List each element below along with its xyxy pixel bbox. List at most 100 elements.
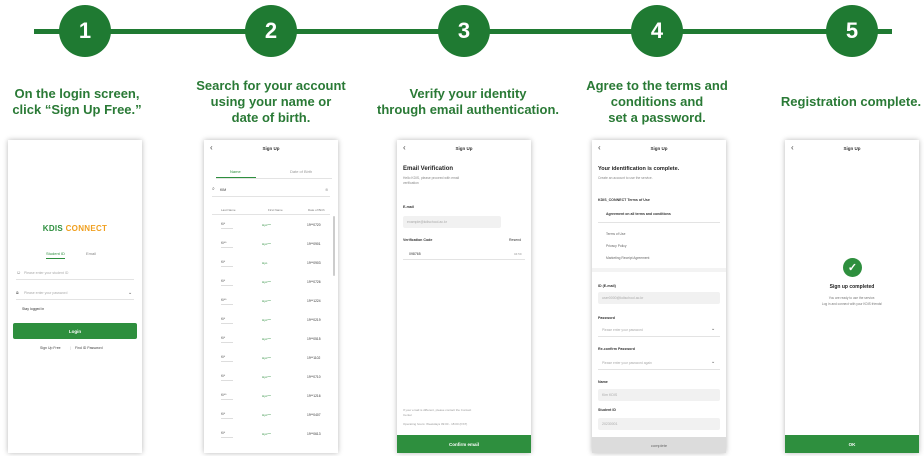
screen-title: Sign Up: [455, 146, 473, 151]
tab-name[interactable]: Name: [230, 169, 241, 174]
table-row[interactable]: Ki** Hyo*** 19**1224: [212, 296, 330, 312]
email-label: E-mail: [403, 205, 414, 209]
search-account-screen: ‹ Sign Up Name Date of Birth ⌕ KIM ⊗ Las…: [204, 140, 338, 453]
user-icon: ☺: [16, 270, 22, 276]
first-name-cell: Hyo***: [262, 299, 271, 303]
operating-hours: Operating hours: Weekdays 09:00 - 18:00 …: [403, 422, 468, 426]
last-name-cell: Ki*: [221, 412, 226, 416]
email-verification-subtext: Hello KDIS, please proceed with email ve…: [403, 176, 460, 185]
scrollbar[interactable]: [333, 216, 335, 276]
verification-code-label: Verification Code: [403, 238, 433, 242]
dob-cell: 19**1102: [307, 356, 321, 360]
kdis-connect-logo: KDIS CONNECT: [42, 224, 108, 233]
check-icon: ✓: [843, 258, 862, 277]
identification-complete-heading: Your identification is complete.: [598, 166, 680, 172]
find-password-link[interactable]: Find ID Password: [75, 346, 103, 350]
tab-email[interactable]: Email: [86, 251, 96, 256]
table-row[interactable]: Ki* Hyo*** 19**1102: [212, 353, 330, 369]
id-email-field[interactable]: user0000@kdischool.ac.kr: [598, 292, 720, 304]
timer: 04:59: [514, 252, 522, 256]
screen-title: Sign Up: [843, 146, 861, 151]
last-name-cell: Ki*: [221, 222, 226, 226]
student-id-input[interactable]: Please enter your student ID: [24, 271, 68, 275]
first-name-cell: Hyo***: [262, 337, 271, 341]
terms-password-screen: ‹ Sign Up Your identification is complet…: [592, 140, 726, 453]
tab-date-of-birth[interactable]: Date of Birth: [290, 169, 312, 174]
search-input[interactable]: KIM: [220, 188, 226, 192]
last-name-cell: Ki*: [221, 279, 226, 283]
password-input[interactable]: Please enter your password: [602, 328, 643, 332]
screen-title: Sign Up: [262, 146, 280, 151]
first-name-cell: Hyo***: [262, 318, 271, 322]
confirm-email-button[interactable]: Confirm email: [397, 435, 531, 453]
first-name-cell: Hyo***: [262, 356, 271, 360]
table-row[interactable]: Ki* Hyo*** 19**0613: [212, 429, 330, 445]
last-name-cell: Ki*: [221, 317, 226, 321]
table-row[interactable]: Ki* Hyo*** 19**0219: [212, 315, 330, 331]
tab-student-id[interactable]: Student ID: [46, 251, 65, 259]
dob-cell: 19**1216: [307, 394, 321, 398]
dob-cell: 19**0710: [307, 375, 321, 379]
reconfirm-password-label: Re-confirm Password: [598, 347, 635, 351]
verification-code-input[interactable]: 098765: [409, 252, 421, 256]
login-screen: KDIS CONNECT Student ID Email ☺ Please e…: [8, 140, 142, 453]
terms-item[interactable]: Privacy Policy: [606, 244, 627, 248]
clear-icon[interactable]: ⊗: [325, 187, 328, 192]
create-account-subtext: Create an account to use the service.: [598, 176, 653, 180]
first-name-cell: Hyo***: [262, 280, 271, 284]
last-name-cell: Ki**: [221, 241, 227, 245]
connect-message: Log in and connect with your KDIS friend…: [821, 302, 883, 306]
table-row[interactable]: Ki* Hyo*** 19**0710: [212, 372, 330, 388]
dob-cell: 19**0515: [307, 337, 321, 341]
password-toggle-icon[interactable]: ⌄: [711, 326, 715, 332]
first-name-cell: Hyo***: [262, 413, 271, 417]
first-name-cell: Hyo***: [262, 223, 271, 227]
agree-all-checkbox[interactable]: Agreement on all terms and conditions: [606, 212, 671, 216]
table-row[interactable]: Ki* Hyo*** 19**0407: [212, 410, 330, 426]
last-name-cell: Ki**: [221, 298, 227, 302]
step-2-circle: 2: [245, 5, 297, 57]
email-verification-heading: Email Verification: [403, 166, 454, 172]
contact-center-note: If your email is different, please conta…: [403, 408, 472, 417]
step-1-circle: 1: [59, 5, 111, 57]
complete-button[interactable]: complete: [592, 437, 726, 453]
student-id-field: 20230001: [598, 418, 720, 430]
step-2-caption: Search for your account using your name …: [196, 78, 346, 125]
step-1-caption: On the login screen, click “Sign Up Free…: [12, 86, 142, 117]
table-row[interactable]: Ki* Hyo*** 19**0515: [212, 334, 330, 350]
reconfirm-password-input[interactable]: Please enter your password again: [602, 361, 652, 365]
sign-up-free-link[interactable]: Sign Up Free: [40, 346, 61, 350]
password-input[interactable]: Please enter your password: [24, 291, 67, 295]
link-divider: |: [70, 346, 71, 350]
ok-button[interactable]: OK: [785, 435, 919, 453]
last-name-cell: Ki*: [221, 260, 226, 264]
last-name-cell: Ki*: [221, 431, 226, 435]
resend-button[interactable]: Resend: [509, 238, 521, 242]
dob-cell: 19**0407: [307, 413, 321, 417]
registration-complete-screen: ‹ Sign Up ✓ Sign up completed You are re…: [785, 140, 919, 453]
first-name-cell: Hyo***: [262, 432, 271, 436]
step-3-caption: Verify your identity through email authe…: [376, 86, 559, 117]
first-name-cell: Hyo***: [262, 375, 271, 379]
email-verification-screen: ‹ Sign Up Email Verification Hello KDIS,…: [397, 140, 531, 453]
student-id-label: Student ID: [598, 408, 616, 412]
table-row[interactable]: Ki** Hyo*** 19**1216: [212, 391, 330, 407]
table-row[interactable]: Ki** Hyo*** 19**0901: [212, 239, 330, 255]
table-row[interactable]: Ki* Hyo 19**0903: [212, 258, 330, 274]
name-label: Name: [598, 380, 608, 384]
terms-item[interactable]: Terms of Use: [606, 232, 625, 236]
table-row[interactable]: Ki* Hyo*** 19**0726: [212, 277, 330, 293]
reconfirm-toggle-icon[interactable]: ⌄: [711, 359, 715, 365]
dob-cell: 19**0613: [307, 432, 321, 436]
email-field[interactable]: example@kdischool.ac.kr: [403, 216, 501, 228]
login-button[interactable]: Login: [13, 323, 137, 339]
stay-logged-in-checkbox[interactable]: Stay logged in: [22, 307, 44, 311]
table-row[interactable]: Ki* Hyo*** 19**0720: [212, 220, 330, 236]
terms-item[interactable]: Marketing Receipt Agreement: [606, 256, 649, 260]
terms-of-use-label: KDIS_CONNECT Terms of Use: [598, 198, 650, 202]
sign-up-completed-heading: Sign up completed: [829, 284, 875, 290]
step-4-caption: Agree to the terms and conditions and se…: [586, 78, 728, 125]
show-password-icon[interactable]: ⌄: [128, 290, 132, 296]
last-name-cell: Ki*: [221, 336, 226, 340]
ready-message: You are ready to use the service.: [828, 296, 876, 300]
